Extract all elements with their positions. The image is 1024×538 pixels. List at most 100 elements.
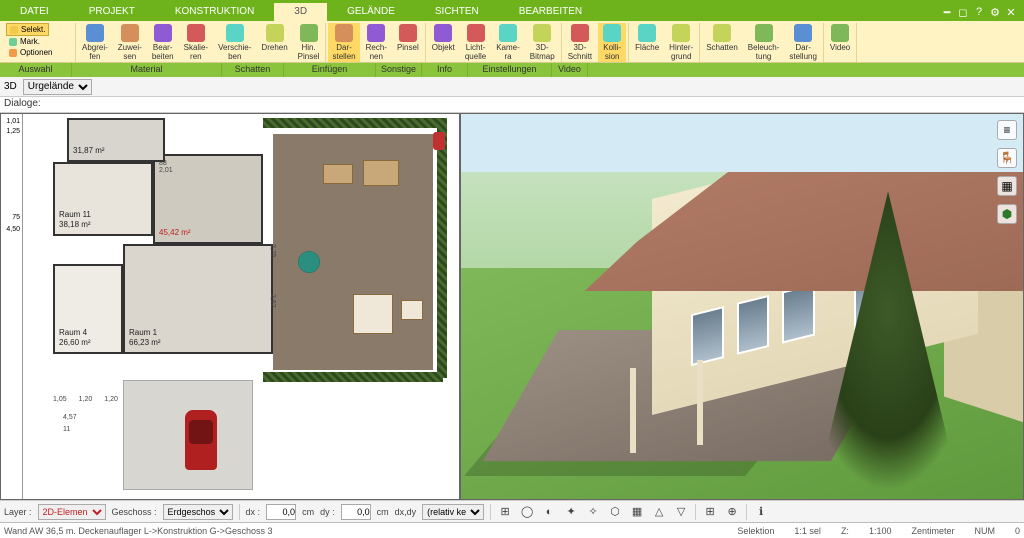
render-pane[interactable]: ≡ 🪑 ▦ ⬢ <box>460 113 1024 500</box>
mode-label: 3D <box>4 81 17 92</box>
sofa <box>353 294 393 334</box>
tool-icon <box>86 24 104 42</box>
settings-icon[interactable]: ⚙ <box>988 5 1002 19</box>
tab-sichten[interactable]: SICHTEN <box>415 3 499 21</box>
tool-icon <box>367 24 385 42</box>
tool-icon[interactable]: ▦ <box>629 504 645 520</box>
select-button[interactable]: Selekt. <box>6 23 49 36</box>
ribbon-kamera[interactable]: Kame-ra <box>492 23 524 62</box>
ribbon-skalieren[interactable]: Skalie-ren <box>180 23 212 62</box>
dimension: 2,75 <box>269 244 276 258</box>
bottom-toolbar: Layer : 2D-Elemen Geschoss : Erdgeschos … <box>0 500 1024 522</box>
tool-icon <box>399 24 417 42</box>
group-label: Schatten <box>222 63 284 77</box>
room[interactable]: Raum 426,60 m² <box>53 264 123 354</box>
tab-projekt[interactable]: PROJEKT <box>69 3 155 21</box>
tool-icon <box>335 24 353 42</box>
ribbon-bearbeiten[interactable]: Bear-beiten <box>148 23 178 62</box>
umbrella-icon <box>291 244 327 280</box>
status-text: Wand AW 36,5 m. Deckenauflager L->Konstr… <box>4 526 272 536</box>
dialogs-label: Dialoge: <box>0 97 1024 113</box>
ribbon-darstellung[interactable]: Dar-stellung <box>785 23 821 62</box>
plant-icon[interactable]: ⬢ <box>997 204 1017 224</box>
room[interactable]: 45,42 m²882,01 <box>153 154 263 244</box>
ribbon-flche[interactable]: Fläche <box>631 23 663 53</box>
ribbon-pinsel[interactable]: Pinsel <box>393 23 423 53</box>
ribbon-hintergrund[interactable]: Hinter-grund <box>665 23 697 62</box>
grid-icon[interactable]: ⊞ <box>702 504 718 520</box>
tool-icon[interactable]: ▽ <box>673 504 689 520</box>
furniture-icon[interactable]: 🪑 <box>997 148 1017 168</box>
view-tools: ≡ 🪑 ▦ ⬢ <box>997 120 1017 224</box>
group-label: Video <box>552 63 588 77</box>
tool-icon <box>121 24 139 42</box>
tool-icon <box>467 24 485 42</box>
tab-gelände[interactable]: GELÄNDE <box>327 3 415 21</box>
dx-input[interactable] <box>266 504 296 520</box>
minimize-icon[interactable]: ━ <box>940 5 954 19</box>
options-label: Optionen <box>20 48 52 57</box>
mark-button[interactable]: Mark. <box>6 36 43 47</box>
floorplan-pane[interactable]: 1,011,25754,50 Raum 166,23 m²Raum 426,60… <box>0 113 460 500</box>
ribbon-darstellen[interactable]: Dar-stellen <box>328 23 359 62</box>
tool-icon <box>434 24 452 42</box>
maximize-icon[interactable]: ◻ <box>956 5 970 19</box>
tool-icon[interactable]: ✧ <box>585 504 601 520</box>
snap-icon[interactable]: ⊕ <box>724 504 740 520</box>
floor-select[interactable]: Erdgeschos <box>163 504 233 520</box>
ribbon-objekt[interactable]: Objekt <box>428 23 459 53</box>
ribbon-lichtquelle[interactable]: Licht-quelle <box>461 23 490 62</box>
ribbon-schatten[interactable]: Schatten <box>702 23 742 53</box>
menu-tabs: DATEIPROJEKTKONSTRUKTION3DGELÄNDESICHTEN… <box>0 3 1024 21</box>
tool-icon[interactable]: ✦ <box>563 504 579 520</box>
ribbon-rechnen[interactable]: Rech-nen <box>362 23 391 62</box>
tab-konstruktion[interactable]: KONSTRUKTION <box>155 3 274 21</box>
layer-select[interactable]: 2D-Elemen <box>38 504 106 520</box>
ribbon-hinpinsel[interactable]: Hin.Pinsel <box>294 23 324 62</box>
tab-bearbeiten[interactable]: BEARBEITEN <box>499 3 602 21</box>
options-button[interactable]: Optionen <box>6 47 55 58</box>
ribbon-abgreifen[interactable]: Abgrei-fen <box>78 23 112 62</box>
ribbon-beleuchtung[interactable]: Beleuch-tung <box>744 23 784 62</box>
ribbon-video[interactable]: Video <box>826 23 854 53</box>
mark-label: Mark. <box>20 37 40 46</box>
tool-icon <box>533 24 551 42</box>
info-icon[interactable]: ℹ <box>753 504 769 520</box>
room[interactable]: 31,87 m² <box>67 118 165 162</box>
tool-icon[interactable]: ⊞ <box>497 504 513 520</box>
hedge <box>263 372 443 382</box>
dy-input[interactable] <box>341 504 371 520</box>
tool-icon[interactable]: ◐ <box>541 504 557 520</box>
room[interactable]: Raum 1138,18 m² <box>53 162 153 236</box>
tool-icon[interactable]: △ <box>651 504 667 520</box>
room[interactable]: Raum 166,23 m² <box>123 244 273 354</box>
ribbon-kollision[interactable]: Kolli-sion <box>598 23 626 62</box>
ribbon-zuweisen[interactable]: Zuwei-sen <box>114 23 146 62</box>
ribbon-toolbar: Selekt. Mark. Optionen Abgrei-fenZuwei-s… <box>0 21 1024 63</box>
ribbon-dbitmap[interactable]: 3D-Bitmap <box>526 23 559 62</box>
select-label: Selekt. <box>21 25 45 34</box>
tool-icon <box>499 24 517 42</box>
dimension: 2,62 <box>269 294 276 308</box>
tool-icon <box>672 24 690 42</box>
layers-icon[interactable]: ≡ <box>997 120 1017 140</box>
relative-select[interactable]: (relativ ke <box>422 504 484 520</box>
close-icon[interactable]: ✕ <box>1004 5 1018 19</box>
ribbon-dschnitt[interactable]: 3D-Schnitt <box>564 23 596 62</box>
tab-3d[interactable]: 3D <box>274 3 327 21</box>
help-icon[interactable]: ? <box>972 5 986 19</box>
tab-datei[interactable]: DATEI <box>0 3 69 21</box>
terrain-select[interactable]: Urgelände <box>23 79 92 95</box>
dimension: 4,57 <box>63 414 77 421</box>
tool-icon[interactable]: ⬡ <box>607 504 623 520</box>
floorplan-canvas[interactable]: Raum 166,23 m²Raum 426,60 m² 45,42 m²882,… <box>23 114 459 499</box>
group-label: Einfügen <box>284 63 376 77</box>
view-selector-bar: 3D Urgelände <box>0 77 1024 97</box>
group-label: Einstellungen <box>468 63 552 77</box>
palette-icon[interactable]: ▦ <box>997 176 1017 196</box>
ribbon-verschieben[interactable]: Verschie-ben <box>214 23 255 62</box>
tool-icon[interactable]: ◯ <box>519 504 535 520</box>
chair <box>401 300 423 320</box>
ribbon-drehen[interactable]: Drehen <box>257 23 291 53</box>
layer-label: Layer : <box>4 507 32 517</box>
